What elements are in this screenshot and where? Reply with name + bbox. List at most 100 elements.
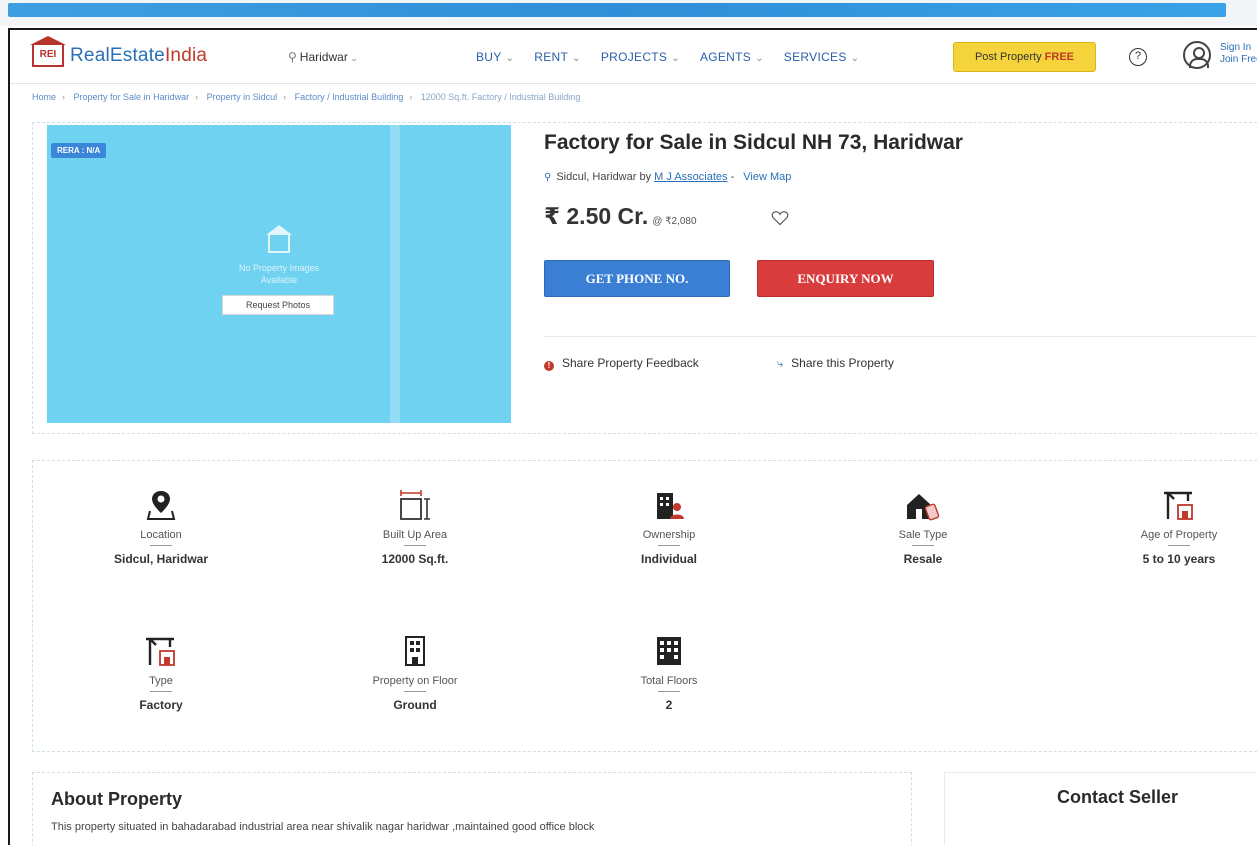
nav-agents-label: AGENTS: [699, 50, 752, 64]
favorite-heart-icon[interactable]: [771, 210, 789, 226]
breadcrumb-factory[interactable]: Factory / Industrial Building: [295, 92, 404, 102]
breadcrumb-sale-haridwar[interactable]: Property for Sale in Haridwar: [74, 92, 190, 102]
user-account-icon[interactable]: [1183, 41, 1211, 69]
nav-agents[interactable]: AGENTS ⌄: [700, 50, 764, 64]
feature-label: Built Up Area: [382, 529, 448, 541]
browser-top-band: [0, 0, 1257, 26]
feature-underline: [404, 545, 426, 546]
breadcrumb-home[interactable]: Home: [32, 92, 56, 102]
feature-label: Total Floors: [640, 675, 698, 687]
feature-underline: [404, 691, 426, 692]
no-images-message: No Property Images Available: [47, 225, 511, 286]
property-location-line: ⚲ Sidcul, Haridwar by M J Associates - Vi…: [544, 171, 791, 183]
chevron-down-icon: ⌄: [572, 53, 581, 64]
chevron-down-icon: ⌄: [755, 53, 764, 64]
post-property-label: Post Property: [974, 51, 1045, 63]
logo-text-part1: RealEstate: [70, 45, 165, 66]
logo-text: RealEstateIndia: [70, 45, 207, 67]
feature-sale-type: Sale Type Resale: [843, 487, 1003, 566]
nav-services[interactable]: SERVICES ⌄: [784, 50, 860, 64]
nav-buy[interactable]: BUY ⌄: [476, 50, 514, 64]
feature-type: Type Factory: [81, 633, 241, 712]
city-selector[interactable]: ⚲ Haridwar ⌄: [288, 50, 358, 64]
chevron-down-icon: ⌄: [505, 53, 515, 64]
post-property-button[interactable]: Post Property FREE: [953, 42, 1096, 72]
site-logo[interactable]: REI RealEstateIndia: [30, 36, 207, 67]
location-pin-icon: ⚲: [544, 172, 552, 183]
view-map-link[interactable]: View Map: [743, 171, 791, 183]
get-phone-button[interactable]: GET PHONE NO.: [544, 260, 730, 297]
feature-built-up-area: Built Up Area 12000 Sq.ft.: [335, 487, 495, 566]
feature-label: Type: [149, 675, 173, 687]
share-icon: ⤷: [777, 358, 784, 370]
nav-projects[interactable]: PROJECTS ⌄: [601, 50, 680, 64]
nav-rent-label: RENT: [534, 50, 569, 64]
feature-value: Ground: [393, 698, 437, 712]
feature-value: Resale: [903, 552, 943, 566]
building-icon: [657, 637, 681, 665]
breadcrumb-separator: ›: [195, 92, 199, 102]
sign-in-link[interactable]: Sign InJoin Free: [1220, 42, 1257, 66]
breadcrumb-sidcul[interactable]: Property in Sidcul: [207, 92, 278, 102]
browser-chrome-strip: [8, 3, 1226, 17]
feature-underline: [912, 545, 934, 546]
share-feedback-link[interactable]: ! Share Property Feedback: [544, 356, 699, 371]
property-title: Factory for Sale in Sidcul NH 73, Haridw…: [544, 131, 963, 154]
share-property-link[interactable]: ⤷ Share this Property: [777, 356, 894, 371]
ownership-icon: [657, 493, 684, 519]
feature-value: 2: [665, 698, 673, 712]
feature-value: 5 to 10 years: [1142, 552, 1216, 566]
feature-age: Age of Property 5 to 10 years: [1099, 487, 1257, 566]
feature-value: Factory: [139, 698, 183, 712]
feature-label: Age of Property: [1140, 529, 1218, 541]
about-text: This property situated in bahadarabad in…: [51, 821, 595, 833]
nav-buy-label: BUY: [476, 50, 502, 64]
feature-total-floors: Total Floors 2: [589, 633, 749, 712]
post-property-free: FREE: [1044, 51, 1075, 63]
feature-underline: [1168, 545, 1190, 546]
help-icon[interactable]: ?: [1129, 48, 1147, 66]
breadcrumb-separator: ›: [283, 92, 287, 102]
property-hero: RERA : N/A No Property Images Available …: [32, 122, 1257, 434]
chevron-down-icon: ⌄: [850, 53, 860, 64]
sign-in-label: Sign In: [1220, 42, 1252, 53]
property-features: Location Sidcul, Haridwar Built Up Area …: [32, 460, 1257, 752]
hero-divider: [544, 336, 1257, 337]
feature-underline: [150, 691, 172, 692]
nav-rent[interactable]: RENT ⌄: [534, 50, 581, 64]
rera-badge: RERA : N/A: [51, 143, 107, 158]
feature-value: Sidcul, Haridwar: [113, 552, 209, 566]
share-feedback-label: Share Property Feedback: [562, 356, 699, 370]
no-images-line1: No Property Images: [238, 263, 320, 273]
chevron-down-icon: ⌄: [347, 53, 358, 63]
location-text: Sidcul, Haridwar by: [556, 171, 655, 183]
feature-property-on-floor: Property on Floor Ground: [335, 633, 495, 712]
location-separator: -: [727, 171, 738, 183]
about-heading: About Property: [51, 789, 183, 809]
feature-ownership: Ownership Individual: [589, 487, 749, 566]
feature-label: Location: [140, 529, 182, 541]
request-photos-button[interactable]: Request Photos: [222, 295, 334, 315]
contact-heading: Contact Seller: [1057, 787, 1179, 807]
feature-underline: [150, 545, 172, 546]
enquiry-now-button[interactable]: ENQUIRY NOW: [757, 260, 934, 297]
agent-link[interactable]: M J Associates: [654, 171, 727, 183]
breadcrumb: Home › Property for Sale in Haridwar › Pro…: [32, 92, 580, 102]
info-icon: !: [544, 361, 554, 371]
area-measure-icon: [400, 490, 430, 520]
location-pin-icon: [146, 491, 176, 520]
feature-label: Ownership: [642, 529, 696, 541]
home-icon: [266, 225, 292, 253]
nav-services-label: SERVICES: [783, 50, 847, 64]
about-property-section: About Property This property situated in…: [32, 772, 912, 845]
property-price: ₹ 2.50 Cr. @ ₹2,080: [544, 203, 697, 230]
price-value: ₹ 2.50 Cr.: [544, 203, 649, 229]
no-images-line2: Available: [260, 275, 298, 285]
site-header: REI RealEstateIndia ⚲ Haridwar ⌄ BUY ⌄ REN…: [10, 30, 1257, 84]
location-icon: ⚲: [288, 50, 297, 64]
city-label: Haridwar: [299, 50, 348, 64]
feature-location: Location Sidcul, Haridwar: [81, 487, 241, 566]
sale-type-icon: [907, 494, 940, 521]
feature-underline: [658, 545, 680, 546]
property-photo-placeholder[interactable]: RERA : N/A No Property Images Available …: [47, 125, 511, 423]
